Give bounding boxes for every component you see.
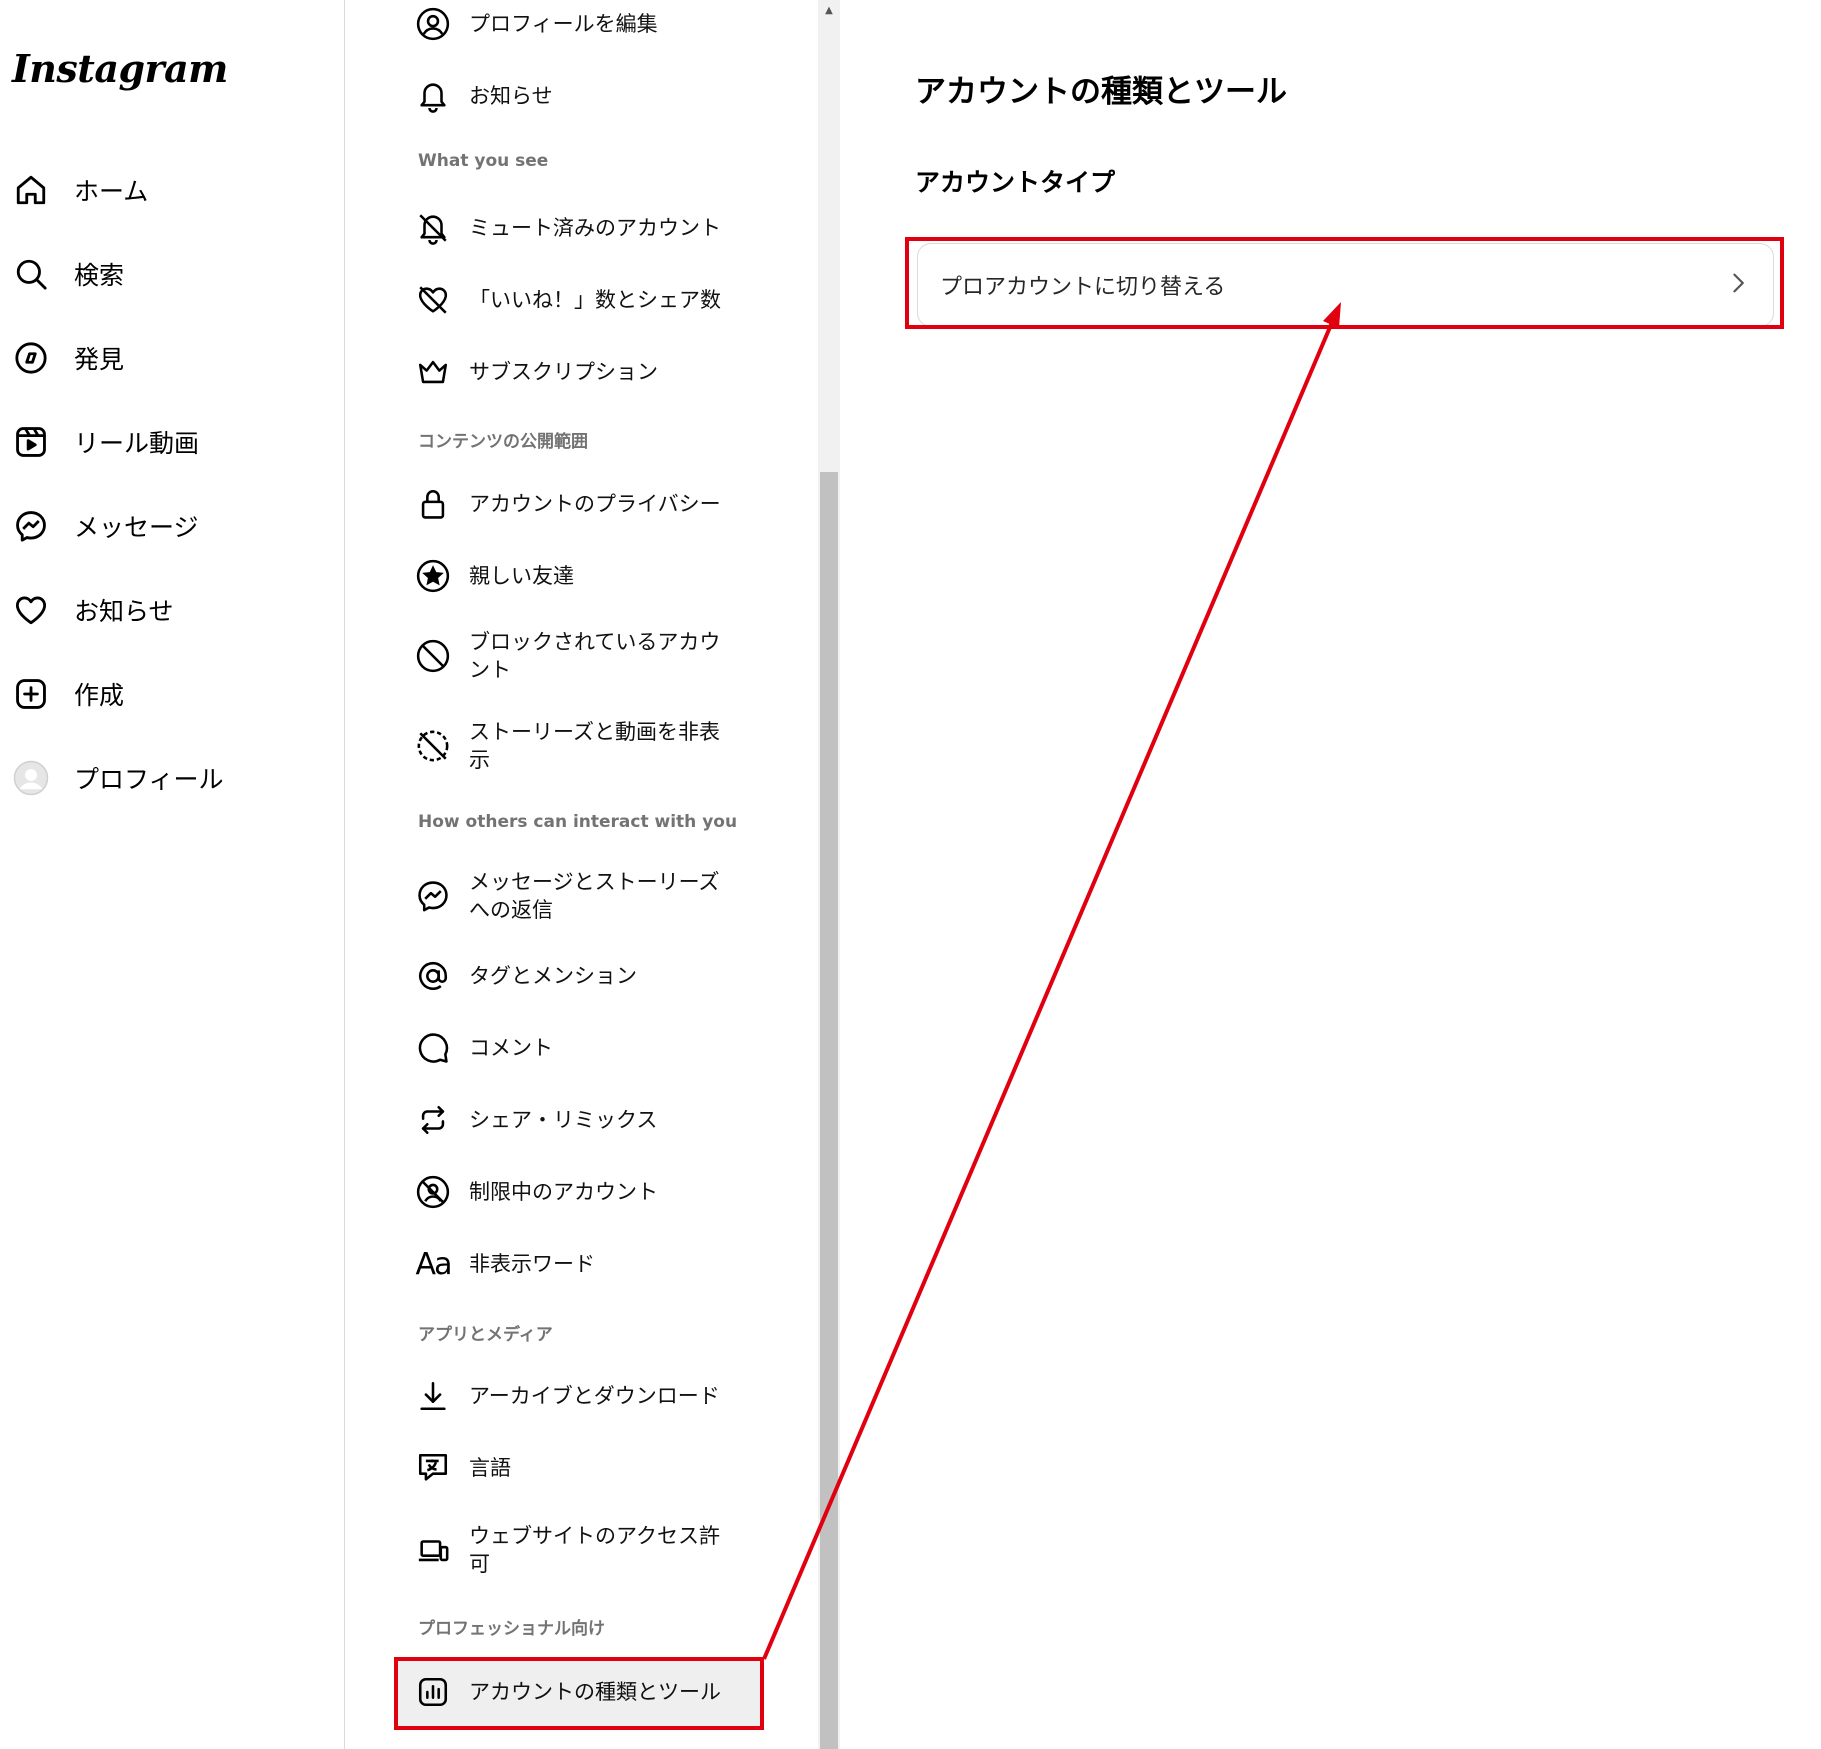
bell-icon: [415, 78, 451, 114]
translate-icon: [415, 1450, 451, 1486]
at-sign-icon: [415, 958, 451, 994]
comment-icon: [415, 1030, 451, 1066]
user-circle-icon: [415, 6, 451, 42]
nav-label: 検索: [74, 261, 125, 290]
settings-item-account-type-tools[interactable]: アカウントの種類とツール: [415, 1674, 725, 1710]
messenger-icon: [12, 507, 50, 545]
nav-notifications[interactable]: お知らせ: [12, 586, 332, 634]
settings-menu: プロフィールを編集 お知らせ What you see ミュート済みのアカウント…: [345, 0, 818, 1749]
nav-create[interactable]: 作成: [12, 670, 332, 718]
nav-reels[interactable]: リール動画: [12, 418, 332, 466]
lock-icon: [415, 486, 451, 522]
scroll-up-icon[interactable]: ▲: [818, 0, 840, 20]
bell-off-icon: [415, 210, 451, 246]
reels-icon: [12, 423, 50, 461]
section-title: アカウントタイプ: [915, 168, 1116, 197]
chart-icon: [415, 1674, 451, 1710]
settings-item-privacy[interactable]: アカウントのプライバシー: [415, 486, 725, 522]
heart-icon: [12, 591, 50, 629]
download-icon: [415, 1378, 451, 1414]
settings-item-website-access[interactable]: ウェブサイトのアクセス許可: [415, 1522, 725, 1578]
crown-icon: [415, 354, 451, 390]
section-heading-what-you-see: What you see: [418, 151, 549, 171]
messenger-icon: [415, 878, 451, 914]
nav-label: リール動画: [74, 429, 200, 458]
nav-label: お知らせ: [74, 597, 174, 626]
settings-item-language[interactable]: 言語: [415, 1450, 725, 1486]
settings-item-hidden-words[interactable]: Aa 非表示ワード: [415, 1246, 725, 1282]
nav-label: ホーム: [74, 177, 149, 206]
settings-item-comments[interactable]: コメント: [415, 1030, 725, 1066]
star-circle-icon: [415, 558, 451, 594]
settings-item-muted[interactable]: ミュート済みのアカウント: [415, 210, 725, 246]
nav-profile[interactable]: プロフィール: [12, 754, 332, 802]
settings-item-tags[interactable]: タグとメンション: [415, 958, 725, 994]
section-heading-apps-media: アプリとメディア: [418, 1325, 553, 1345]
search-icon: [12, 255, 50, 293]
settings-item-likes[interactable]: 「いいね！」数とシェア数: [415, 282, 725, 318]
settings-item-edit-profile[interactable]: プロフィールを編集: [415, 6, 725, 42]
nav-home[interactable]: ホーム: [12, 166, 332, 214]
plus-square-icon: [12, 675, 50, 713]
nav-search[interactable]: 検索: [12, 250, 332, 298]
settings-item-subscriptions[interactable]: サブスクリプション: [415, 354, 725, 390]
left-navigation: Instagram ホーム 検索 発見 リール動画 メッセージ お知らせ 作成 …: [0, 0, 345, 1749]
settings-item-close-friends[interactable]: 親しい友達: [415, 558, 725, 594]
avatar-icon: [12, 759, 50, 797]
annotation-highlight-box: [905, 237, 1784, 329]
nav-label: 作成: [74, 681, 125, 710]
instagram-logo[interactable]: Instagram: [12, 46, 228, 91]
restricted-user-icon: [415, 1174, 451, 1210]
scrollbar-thumb[interactable]: [820, 472, 838, 1749]
nav-label: プロフィール: [74, 765, 224, 794]
block-icon: [415, 638, 451, 674]
settings-item-message-replies[interactable]: メッセージとストーリーズへの返信: [415, 868, 725, 924]
nav-messages[interactable]: メッセージ: [12, 502, 332, 550]
settings-item-share-remix[interactable]: シェア・リミックス: [415, 1102, 725, 1138]
section-heading-interact: How others can interact with you: [418, 812, 738, 832]
settings-item-blocked[interactable]: ブロックされているアカウント: [415, 628, 725, 684]
page-title: アカウントの種類とツール: [915, 74, 1287, 110]
text-aa-icon: Aa: [415, 1246, 453, 1282]
nav-label: 発見: [74, 345, 125, 374]
settings-item-restricted[interactable]: 制限中のアカウント: [415, 1174, 725, 1210]
compass-icon: [12, 339, 50, 377]
nav-explore[interactable]: 発見: [12, 334, 332, 382]
section-heading-content-visibility: コンテンツの公開範囲: [418, 432, 588, 452]
heart-off-icon: [415, 282, 451, 318]
settings-item-hide-story[interactable]: ストーリーズと動画を非表示: [415, 718, 725, 774]
settings-item-archive[interactable]: アーカイブとダウンロード: [415, 1378, 725, 1414]
home-icon: [12, 171, 50, 209]
section-heading-professional: プロフェッショナル向け: [418, 1619, 605, 1639]
nav-label: メッセージ: [74, 513, 199, 542]
story-off-icon: [415, 728, 451, 764]
devices-icon: [415, 1532, 451, 1568]
remix-icon: [415, 1102, 451, 1138]
settings-item-notifications[interactable]: お知らせ: [415, 78, 725, 114]
